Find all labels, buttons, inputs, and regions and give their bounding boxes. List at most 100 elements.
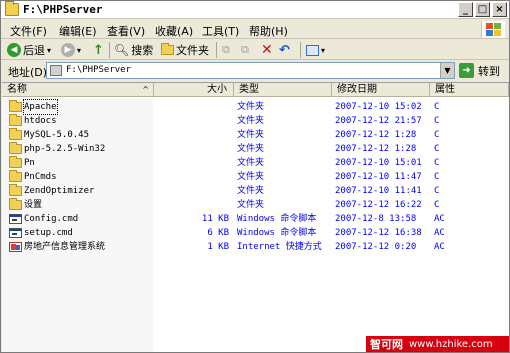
title-bar[interactable]: F:\PHPServer _ □ ×	[1, 1, 509, 19]
menu-help[interactable]: 帮助(H)	[249, 23, 288, 39]
file-attributes: C	[434, 158, 440, 168]
cmd-icon	[9, 214, 22, 224]
file-name: ZendOptimizer	[24, 186, 95, 196]
file-type: 文件夹	[237, 144, 265, 154]
menu-tools[interactable]: 工具(T)	[202, 23, 239, 39]
file-type: 文件夹	[237, 102, 265, 112]
move-to-button[interactable]: ⧉	[222, 42, 230, 58]
file-attributes: AC	[434, 228, 445, 238]
column-header-modified[interactable]: 修改日期	[332, 83, 430, 97]
column-header-size[interactable]: 大小	[154, 83, 234, 97]
delete-x-icon: ✕	[261, 42, 273, 58]
folders-button[interactable]: 文件夹	[161, 42, 209, 58]
cmd-icon	[9, 228, 22, 238]
file-type: 文件夹	[237, 200, 265, 210]
table-row[interactable]: Pn 文件夹 2007-12-10 15:01 C	[2, 156, 509, 170]
column-header-type[interactable]: 类型	[234, 83, 332, 97]
menu-file[interactable]: 文件(F)	[10, 23, 47, 39]
file-modified: 2007-12-12 21:57	[335, 116, 422, 126]
file-type: Internet 快捷方式	[237, 242, 322, 252]
undo-button[interactable]: ↶	[279, 42, 290, 58]
search-icon: 🔍︎	[114, 43, 130, 57]
window-title: F:\PHPServer	[23, 3, 103, 16]
column-header-attributes[interactable]: 属性	[430, 83, 509, 97]
file-modified: 2007-12-12 1:28	[335, 144, 417, 154]
back-label: 后退	[23, 44, 45, 57]
go-button[interactable]: ➜ 转到	[459, 62, 500, 79]
up-folder-button[interactable]: ↑	[93, 42, 104, 58]
table-row[interactable]: php-5.2.5-Win32 文件夹 2007-12-12 1:28 C	[2, 142, 509, 156]
menu-view[interactable]: 查看(V)	[107, 23, 145, 39]
file-type: 文件夹	[237, 116, 265, 126]
table-row[interactable]: Apache 文件夹 2007-12-10 15:02 C	[2, 99, 509, 115]
table-row[interactable]: 设置 文件夹 2007-12-12 16:22 C	[2, 198, 509, 212]
address-label: 地址(D)	[8, 66, 48, 79]
menu-edit[interactable]: 编辑(E)	[59, 23, 97, 39]
watermark-brand: 智可网	[370, 338, 403, 351]
file-modified: 2007-12-12 0:20	[335, 242, 417, 252]
file-modified: 2007-12-10 15:01	[335, 158, 422, 168]
table-row[interactable]: Config.cmd 11 KB Windows 命令脚本 2007-12-8 13:…	[2, 212, 509, 226]
views-button[interactable]: ▾	[306, 42, 325, 58]
file-attributes: C	[434, 102, 440, 112]
chevron-down-icon: ▾	[47, 45, 52, 55]
column-header-name[interactable]: 名称 ^	[2, 83, 154, 97]
forward-button[interactable]: ▶ ▾	[61, 42, 81, 58]
file-attributes: AC	[434, 214, 445, 224]
address-dropdown-button[interactable]: ▼	[440, 63, 454, 78]
move-to-icon: ⧉	[222, 43, 230, 56]
file-name: Pn	[24, 158, 35, 168]
file-modified: 2007-12-12 1:28	[335, 130, 417, 140]
search-button[interactable]: 🔍︎ 搜索	[114, 42, 153, 58]
windows-logo-icon	[481, 21, 505, 38]
file-attributes: AC	[434, 242, 445, 252]
table-row[interactable]: PnCmds 文件夹 2007-12-10 11:47 C	[2, 170, 509, 184]
file-attributes: C	[434, 116, 440, 126]
address-bar: 地址(D) F:\PHPServer ▼ ➜ 转到	[1, 61, 509, 81]
file-name: Apache	[23, 99, 58, 115]
file-type: 文件夹	[237, 158, 265, 168]
close-button[interactable]: ×	[492, 2, 507, 17]
file-type: Windows 命令脚本	[237, 228, 317, 238]
file-name: Config.cmd	[24, 214, 79, 224]
file-name: 房地产信息管理系统	[24, 242, 106, 252]
copy-to-button[interactable]: ⧉	[241, 42, 249, 58]
search-label: 搜索	[131, 44, 154, 57]
table-row[interactable]: htdocs 文件夹 2007-12-12 21:57 C	[2, 114, 509, 128]
maximize-button[interactable]: □	[475, 2, 490, 17]
minimize-button[interactable]: _	[458, 2, 473, 17]
file-type: 文件夹	[237, 186, 265, 196]
chevron-down-icon: ▾	[77, 45, 82, 55]
table-row[interactable]: 房地产信息管理系统 1 KB Internet 快捷方式 2007-12-12 0:2…	[2, 240, 509, 254]
file-attributes: C	[434, 144, 440, 154]
go-arrow-icon: ➜	[459, 63, 474, 78]
file-modified: 2007-12-10 15:02	[335, 102, 422, 112]
folder-icon	[161, 43, 174, 55]
file-size: 1 KB	[207, 242, 229, 252]
file-name: MySQL-5.0.45	[24, 130, 90, 140]
undo-icon: ↶	[279, 42, 290, 58]
up-arrow-icon: ↑	[93, 42, 104, 58]
back-arrow-icon: ◀	[7, 43, 21, 57]
table-row[interactable]: setup.cmd 6 KB Windows 命令脚本 2007-12-12 16:3…	[2, 226, 509, 240]
file-attributes: C	[434, 172, 440, 182]
go-label: 转到	[478, 64, 500, 78]
file-name: htdocs	[24, 116, 57, 126]
copy-to-icon: ⧉	[241, 43, 249, 56]
table-row[interactable]: ZendOptimizer 文件夹 2007-12-10 11:41 C	[2, 184, 509, 198]
file-name: php-5.2.5-Win32	[24, 144, 106, 154]
folder-icon	[9, 100, 22, 112]
file-name: 设置	[24, 200, 43, 210]
folder-icon	[9, 170, 22, 182]
file-size: 11 KB	[201, 214, 229, 224]
address-value: F:\PHPServer	[66, 65, 132, 75]
file-modified: 2007-12-10 11:41	[335, 186, 422, 196]
folders-label: 文件夹	[176, 44, 209, 57]
folder-icon	[9, 156, 22, 168]
delete-button[interactable]: ✕	[261, 42, 273, 58]
address-input[interactable]: F:\PHPServer ▼	[46, 62, 455, 79]
menu-favorites[interactable]: 收藏(A)	[155, 23, 193, 39]
menu-bar: 文件(F) 编辑(E) 查看(V) 收藏(A) 工具(T) 帮助(H)	[1, 20, 509, 39]
table-row[interactable]: MySQL-5.0.45 文件夹 2007-12-12 1:28 C	[2, 128, 509, 142]
back-button[interactable]: ◀ 后退 ▾	[7, 42, 51, 58]
